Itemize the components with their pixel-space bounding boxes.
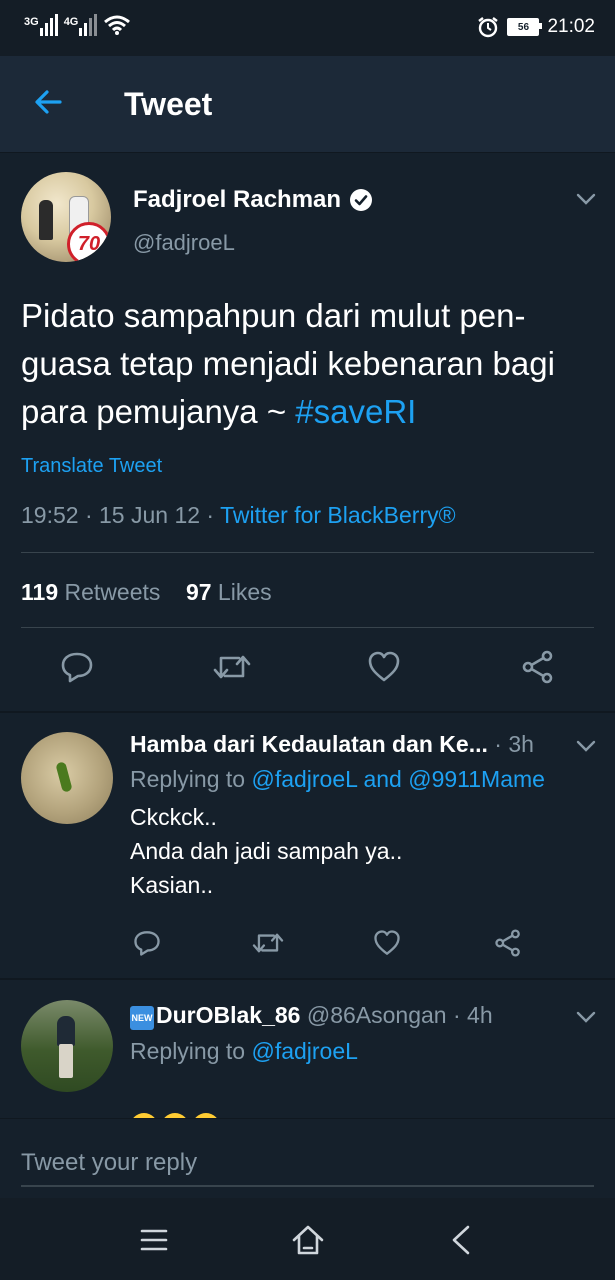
avatar[interactable] (21, 732, 113, 824)
chevron-down-icon[interactable] (576, 739, 596, 753)
divider (0, 711, 615, 713)
divider (21, 552, 594, 553)
retweet-icon[interactable] (252, 929, 284, 957)
reply-composer (0, 1118, 615, 1199)
wifi-icon (104, 15, 131, 35)
reply-icon[interactable] (60, 650, 94, 684)
reply-input[interactable] (21, 1141, 594, 1187)
hashtag-link[interactable]: #saveRI (295, 393, 416, 430)
share-icon[interactable] (494, 929, 522, 957)
heart-icon[interactable] (373, 929, 401, 957)
app-bar: Tweet (0, 56, 615, 153)
signal-4g-icon: 4G (64, 14, 98, 36)
reply-icon[interactable] (133, 929, 161, 957)
tweet-actions (0, 650, 615, 690)
verified-badge-icon (350, 189, 373, 211)
author-name[interactable]: Fadjroel Rachman (133, 186, 373, 214)
likes-stat[interactable]: 97 Likes (186, 579, 272, 605)
reply-header: Hamba dari Kedaulatan dan Ke... · 3h (130, 731, 534, 757)
tweet-meta: 19:52 · 15 Jun 12 · Twitter for BlackBer… (21, 502, 456, 528)
author-handle[interactable]: @fadjroeL (133, 230, 235, 256)
arrow-left-icon[interactable] (32, 86, 64, 118)
divider (21, 627, 594, 628)
status-bar: 3G 4G 56 21:02 (0, 0, 615, 56)
avatar[interactable] (21, 1000, 113, 1092)
battery-icon: 56 (507, 18, 543, 36)
replying-to: Replying to @fadjroeL and @9911Mame (130, 766, 545, 792)
home-icon[interactable] (290, 1222, 326, 1258)
tweet-stats: 119 Retweets 97 Likes (21, 579, 272, 606)
replying-to: Replying to @fadjroeL (130, 1038, 358, 1064)
alarm-icon (478, 17, 499, 38)
reply-actions (0, 929, 615, 969)
system-nav-bar (0, 1198, 615, 1280)
tweet-text: Pidato sampahpun dari mulut pen-guasa te… (21, 297, 555, 430)
chevron-down-icon[interactable] (576, 192, 596, 206)
retweets-stat[interactable]: 119 Retweets (21, 579, 160, 605)
divider (0, 978, 615, 980)
reply-header: NEW DurOBlak_86 @86Asongan · 4h (130, 1002, 493, 1030)
page-title: Tweet (124, 86, 213, 122)
translate-link[interactable]: Translate Tweet (21, 455, 162, 478)
share-icon[interactable] (521, 650, 555, 684)
reply-text: Ckckck.. Anda dah jadi sampah ya.. Kasia… (130, 804, 403, 898)
avatar[interactable]: 70 (21, 172, 111, 262)
menu-icon[interactable] (136, 1222, 172, 1258)
back-nav-icon[interactable] (444, 1222, 480, 1258)
status-time: 21:02 (547, 16, 595, 37)
new-badge-icon: NEW (130, 1006, 154, 1030)
signal-3g-icon: 3G (24, 14, 58, 36)
heart-icon[interactable] (367, 650, 401, 684)
retweet-icon[interactable] (213, 650, 251, 684)
source-link[interactable]: Twitter for BlackBerry® (220, 502, 456, 528)
chevron-down-icon[interactable] (576, 1010, 596, 1024)
